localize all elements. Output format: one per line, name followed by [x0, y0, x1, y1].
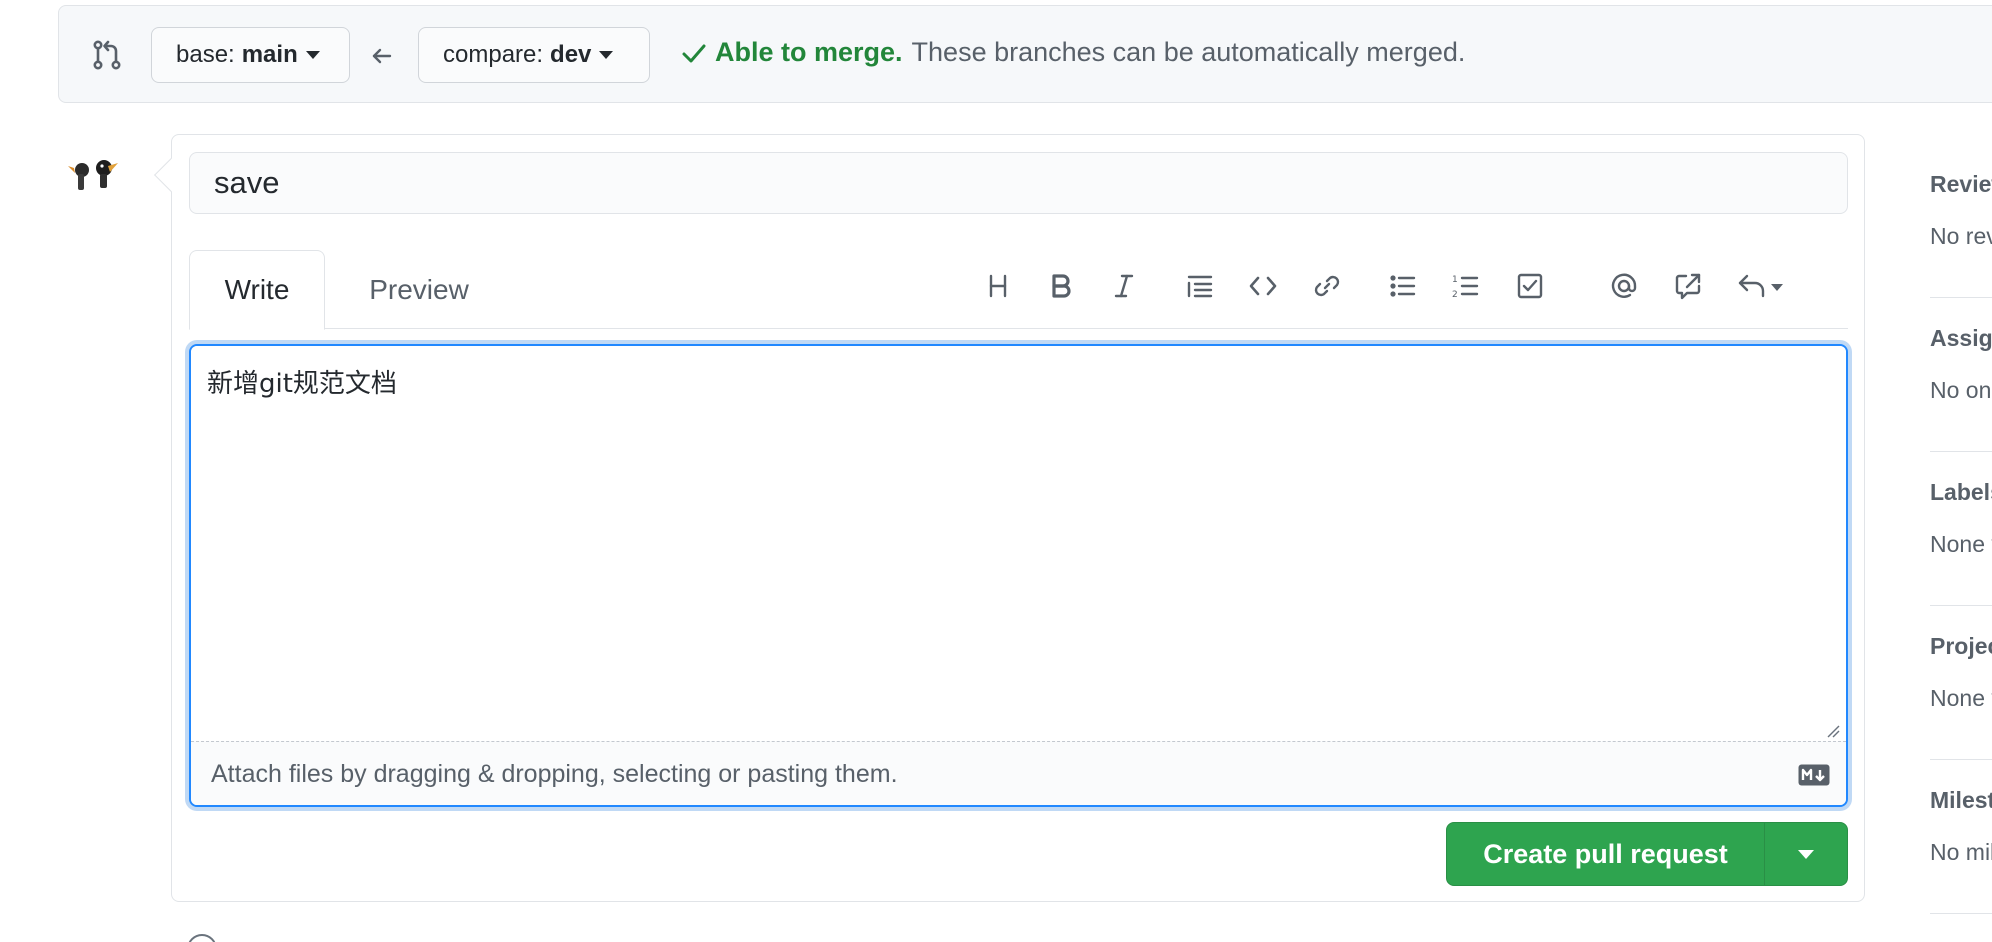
arrow-left-icon	[372, 48, 392, 64]
pr-body-textarea[interactable]: 新增git规范文档	[191, 346, 1846, 741]
merge-status-ok: Able to merge.	[715, 37, 903, 67]
mention-icon[interactable]	[1604, 264, 1644, 308]
reference-icon[interactable]	[1668, 264, 1708, 308]
chevron-down-icon	[1798, 849, 1814, 859]
info-icon	[187, 934, 217, 942]
sidebar-heading: Labels	[1930, 479, 1992, 505]
markdown-icon[interactable]	[1798, 764, 1830, 786]
bold-icon[interactable]	[1041, 264, 1081, 308]
base-branch-select[interactable]: base: main	[151, 27, 350, 83]
check-icon	[682, 44, 706, 62]
pull-request-form: Write Preview 12	[154, 134, 1865, 902]
tab-preview[interactable]: Preview	[339, 250, 499, 330]
italic-icon[interactable]	[1104, 264, 1144, 308]
pr-title-input[interactable]	[189, 152, 1848, 214]
link-icon[interactable]	[1307, 264, 1347, 308]
editor-tabs: Write Preview	[189, 249, 1848, 330]
file-attach-area[interactable]: Attach files by dragging & dropping, sel…	[191, 741, 1846, 805]
tab-write[interactable]: Write	[189, 249, 325, 330]
svg-text:1: 1	[1452, 275, 1458, 285]
sidebar-value: No reviews	[1930, 223, 1992, 249]
sidebar-heading: Projects	[1930, 633, 1992, 659]
bullet-list-icon[interactable]	[1383, 264, 1423, 308]
numbered-list-icon[interactable]: 12	[1446, 264, 1486, 308]
task-list-icon[interactable]	[1510, 264, 1550, 308]
sidebar-heading: Assignees	[1930, 325, 1992, 351]
quote-icon[interactable]	[1180, 264, 1220, 308]
reply-icon[interactable]	[1731, 264, 1791, 308]
sidebar-heading: Milestone	[1930, 787, 1992, 813]
code-icon[interactable]	[1243, 264, 1283, 308]
chevron-down-icon	[305, 51, 320, 59]
create-options-dropdown[interactable]	[1765, 823, 1847, 885]
sidebar-value: No one	[1930, 377, 1992, 403]
compare-branch-select[interactable]: compare: dev	[418, 27, 650, 83]
sidebar-item-reviewers[interactable]: Reviewers No reviews	[1930, 144, 1992, 298]
sidebar-heading: Reviewers	[1930, 171, 1992, 197]
base-branch-name: main	[241, 41, 298, 68]
pull-request-icon	[93, 40, 121, 70]
pr-body-editor: 新增git规范文档 Attach files by dragging & dro…	[189, 344, 1848, 807]
merge-status-description: These branches can be automatically merg…	[911, 37, 1466, 67]
svg-text:2: 2	[1452, 290, 1458, 300]
sidebar-item-assignees[interactable]: Assignees No one	[1930, 298, 1992, 452]
heading-icon[interactable]	[978, 264, 1018, 308]
sidebar-item-projects[interactable]: Projects None yet	[1930, 606, 1992, 760]
base-label: base:	[176, 41, 235, 68]
sidebar-value: None yet	[1930, 685, 1992, 711]
create-pull-request-button[interactable]: Create pull request	[1446, 822, 1848, 886]
comment-pointer	[154, 158, 188, 192]
resize-handle-icon[interactable]	[1826, 724, 1840, 738]
compare-branch-name: dev	[550, 41, 592, 68]
compare-range-bar: base: main compare: dev Able to merge. T…	[58, 5, 1992, 103]
attach-files-text: Attach files by dragging & dropping, sel…	[211, 760, 898, 788]
sidebar-value: No milestone	[1930, 839, 1992, 865]
chevron-down-icon	[599, 51, 614, 59]
compare-label: compare:	[443, 41, 544, 68]
create-pull-request-label[interactable]: Create pull request	[1447, 823, 1765, 885]
merge-status: Able to merge. These branches can be aut…	[679, 37, 1465, 68]
avatar[interactable]	[64, 154, 122, 194]
sidebar-value: None yet	[1930, 531, 1992, 557]
sidebar-item-labels[interactable]: Labels None yet	[1930, 452, 1992, 606]
sidebar-item-milestone[interactable]: Milestone No milestone	[1930, 760, 1992, 914]
